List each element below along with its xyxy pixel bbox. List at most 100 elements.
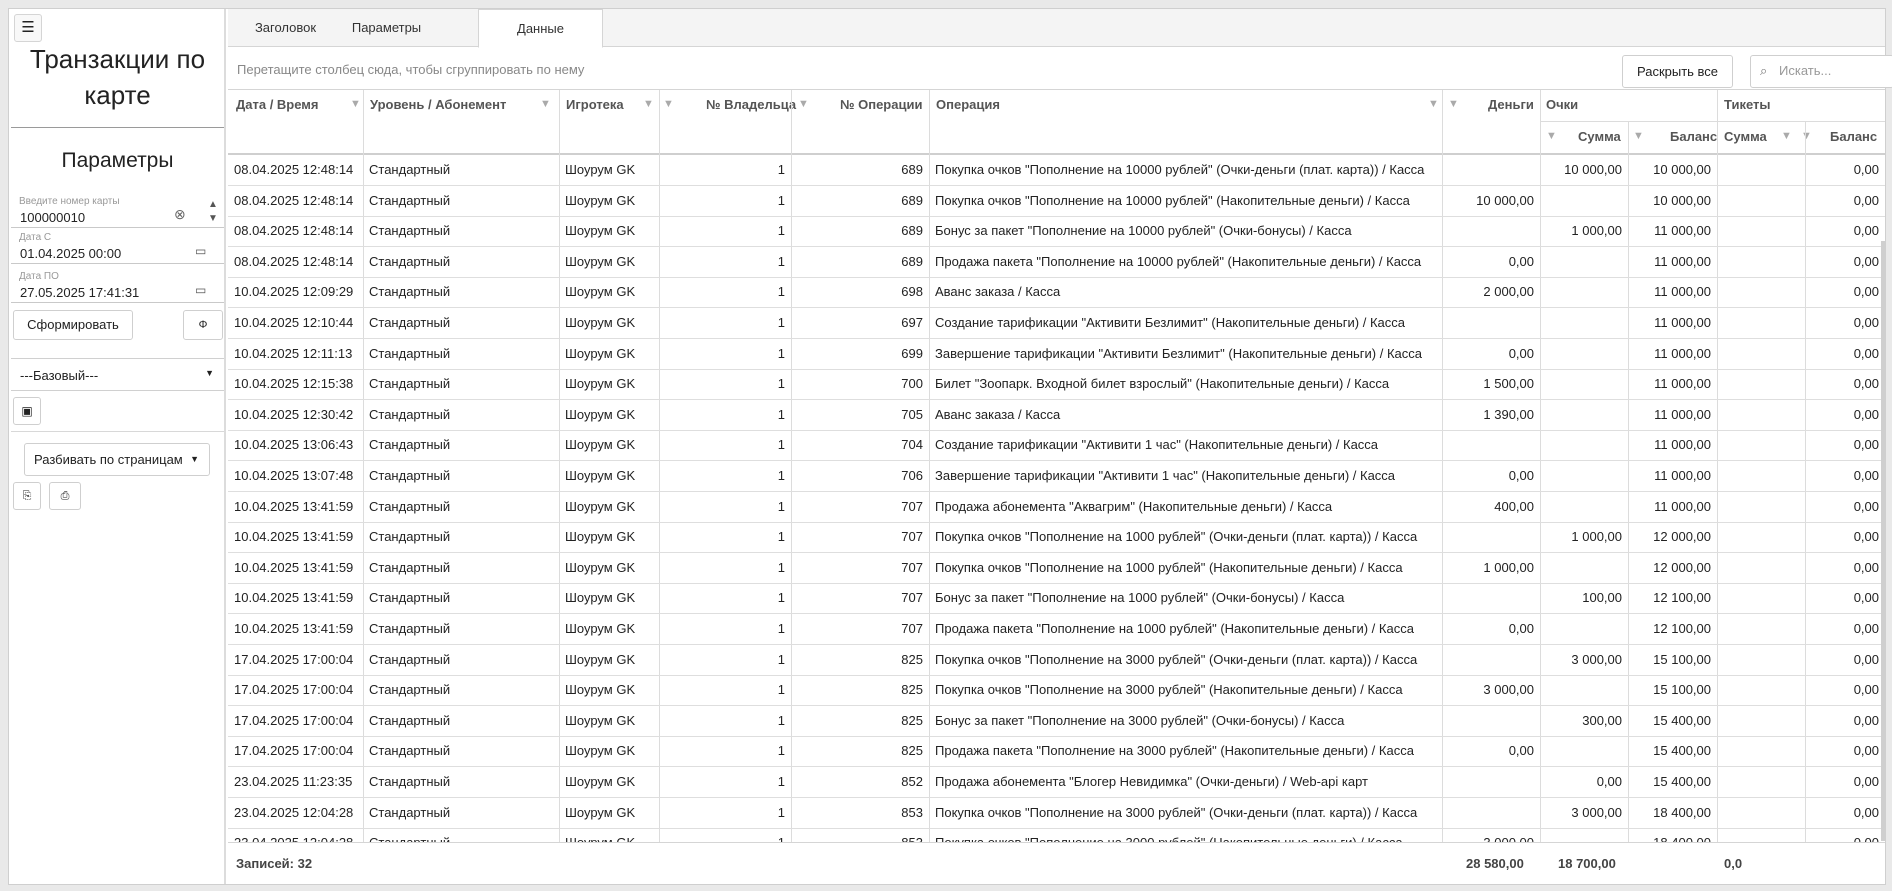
- card-number-field[interactable]: Введите номер карты 100000010 ⊗ ▲ ▼: [11, 195, 224, 228]
- spin-down-icon[interactable]: ▼: [208, 213, 218, 224]
- date-from-field[interactable]: Дата С 01.04.2025 00:00 ▭: [11, 231, 224, 264]
- menu-toggle-icon[interactable]: ☰: [14, 14, 42, 42]
- col-money[interactable]: Деньги: [1488, 90, 1534, 120]
- filter-icon[interactable]: ▼: [643, 98, 654, 110]
- expand-all-button[interactable]: Раскрыть все: [1622, 55, 1733, 88]
- filter-icon[interactable]: ▼: [1448, 98, 1459, 110]
- title-divider: [11, 127, 224, 128]
- cell-datetime: 10.04.2025 13:06:43: [234, 437, 354, 453]
- filter-icon[interactable]: ▼: [1633, 130, 1644, 142]
- table-row[interactable]: 10.04.2025 13:41:59 Стандартный Шоурум GK 1…: [228, 522, 1885, 554]
- table-row[interactable]: 10.04.2025 13:41:59 Стандартный Шоурум GK 1…: [228, 492, 1885, 523]
- cell-level: Стандартный: [369, 559, 451, 575]
- export-pdf-icon[interactable]: ⎙: [49, 482, 81, 510]
- cell-arcade: Шоурум GK: [565, 223, 636, 239]
- cell-tickets-sum: [1717, 308, 1805, 338]
- grid-footer: Записей: 32 28 580,00 18 700,00 0,0: [228, 842, 1885, 884]
- filter-icon[interactable]: ▼: [540, 98, 551, 110]
- col-tickets-sum[interactable]: Сумма: [1724, 122, 1767, 152]
- table-row[interactable]: 17.04.2025 17:00:04 Стандартный Шоурум GK 1…: [228, 675, 1885, 707]
- vertical-scrollbar[interactable]: [1881, 241, 1885, 841]
- cell-tickets-sum: [1717, 186, 1805, 216]
- tab-parameters[interactable]: Параметры: [333, 9, 440, 47]
- cell-tickets-sum: [1717, 553, 1805, 583]
- table-row[interactable]: 23.04.2025 12:04:28СтандартныйШоурум GK1…: [228, 798, 1885, 829]
- col-arcade[interactable]: Игротека: [566, 90, 624, 120]
- tab-header[interactable]: Заголовок: [238, 9, 333, 47]
- data-grid: Дата / Время ▼ Уровень / Абонемент ▼ Игр…: [228, 90, 1885, 842]
- cell-money: 0,00: [1508, 743, 1534, 759]
- paging-value: Разбивать по страницам: [34, 452, 183, 467]
- cell-points-sum: [1540, 736, 1628, 766]
- tab-data[interactable]: Данные: [478, 9, 603, 48]
- col-owner[interactable]: № Владельца: [706, 90, 796, 120]
- cell-arcade: Шоурум GK: [565, 315, 636, 330]
- filter-icon[interactable]: ▼: [798, 98, 809, 110]
- col-points-sum[interactable]: Сумма: [1578, 122, 1621, 152]
- filter-icon[interactable]: ▼: [350, 98, 361, 110]
- table-row[interactable]: 08.04.2025 12:48:14 Стандартный Шоурум GK 1…: [228, 247, 1885, 278]
- cell-op-number: 699: [901, 345, 923, 361]
- export-excel-icon[interactable]: ⎘: [13, 482, 41, 510]
- cell-points-sum: [1540, 277, 1628, 307]
- cell-tickets-balance: 0,00: [1853, 621, 1879, 636]
- filter-icon[interactable]: ▼: [663, 98, 674, 110]
- table-row[interactable]: 10.04.2025 13:41:59 Стандартный Шоурум GK 1…: [228, 614, 1885, 645]
- cell-owner: 1: [777, 743, 785, 759]
- spin-up-icon[interactable]: ▲: [208, 199, 218, 210]
- cell-arcade: Шоурум GK: [565, 590, 636, 606]
- table-row[interactable]: 23.04.2025 12:04:28СтандартныйШоурум GK1…: [228, 828, 1885, 842]
- cell-tickets-sum: [1717, 706, 1805, 736]
- table-row[interactable]: 10.04.2025 13:41:59 Стандартный Шоурум GK 1…: [228, 553, 1885, 584]
- search-box[interactable]: ⌕: [1750, 55, 1892, 88]
- table-row[interactable]: 10.04.2025 12:09:29 Стандартный Шоурум GK 1…: [228, 277, 1885, 309]
- group-drop-area[interactable]: Перетащите столбец сюда, чтобы сгруппиро…: [237, 62, 584, 77]
- table-row[interactable]: 10.04.2025 13:41:59 Стандартный Шоурум GK 1…: [228, 583, 1885, 615]
- preset-select[interactable]: ---Базовый--- ▼: [11, 358, 224, 391]
- cell-money: 1 000,00: [1483, 559, 1534, 575]
- filter-icon[interactable]: ▼: [1428, 98, 1439, 110]
- clear-icon[interactable]: ⊗: [174, 206, 186, 223]
- calendar-icon[interactable]: ▭: [195, 244, 206, 258]
- table-row[interactable]: 17.04.2025 17:00:04 Стандартный Шоурум GK 1…: [228, 706, 1885, 737]
- cell-datetime: 10.04.2025 12:11:13: [234, 345, 353, 361]
- table-row[interactable]: 23.04.2025 11:23:35 Стандартный Шоурум GK 1…: [228, 767, 1885, 798]
- table-row[interactable]: 10.04.2025 12:15:38 Стандартный Шоурум GK 1…: [228, 369, 1885, 401]
- table-row[interactable]: 10.04.2025 12:11:13 Стандартный Шоурум GK 1…: [228, 339, 1885, 370]
- table-row[interactable]: 17.04.2025 17:00:04 Стандартный Шоурум GK 1…: [228, 736, 1885, 768]
- filter-icon[interactable]: ▼: [1801, 130, 1812, 142]
- cell-money: [1442, 430, 1540, 460]
- col-datetime[interactable]: Дата / Время: [236, 90, 319, 120]
- cell-tickets-sum: [1717, 798, 1805, 828]
- cell-datetime: 23.04.2025 11:23:35: [234, 774, 353, 789]
- form-report-button[interactable]: Сформировать: [13, 310, 133, 340]
- table-row[interactable]: 10.04.2025 12:10:44 Стандартный Шоурум GK 1…: [228, 308, 1885, 339]
- col-tickets-balance[interactable]: Баланс: [1830, 122, 1877, 152]
- cell-tickets-balance: 0,00: [1853, 223, 1879, 239]
- cell-money: [1442, 706, 1540, 736]
- table-row[interactable]: 10.04.2025 12:30:42 Стандартный Шоурум GK 1…: [228, 400, 1885, 431]
- table-row[interactable]: 10.04.2025 13:07:48 Стандартный Шоурум GK 1…: [228, 461, 1885, 492]
- table-row[interactable]: 17.04.2025 17:00:04 Стандартный Шоурум GK 1…: [228, 645, 1885, 676]
- col-op-number[interactable]: № Операции: [840, 90, 922, 120]
- cell-tickets-balance: 0,00: [1853, 284, 1879, 300]
- paging-select[interactable]: Разбивать по страницам ▼: [24, 443, 210, 476]
- date-to-field[interactable]: Дата ПО 27.05.2025 17:41:31 ▭: [11, 270, 224, 303]
- save-icon[interactable]: ▣: [13, 397, 41, 425]
- cell-owner: 1: [777, 192, 785, 208]
- filter-toggle-button[interactable]: Φ: [183, 310, 223, 340]
- col-operation[interactable]: Операция: [936, 90, 1000, 120]
- table-row[interactable]: 08.04.2025 12:48:14 Стандартный Шоурум GK 1…: [228, 186, 1885, 217]
- filter-icon[interactable]: ▼: [1781, 130, 1792, 142]
- filter-icon[interactable]: ▼: [1546, 130, 1557, 142]
- table-row[interactable]: 08.04.2025 12:48:14 Стандартный Шоурум GK 1…: [228, 216, 1885, 248]
- cell-level: Стандартный: [369, 743, 451, 759]
- col-points-balance[interactable]: Баланс: [1670, 122, 1717, 152]
- cell-operation: Аванс заказа / Касса: [935, 406, 1061, 422]
- search-input[interactable]: [1779, 63, 1887, 78]
- col-level[interactable]: Уровень / Абонемент: [370, 90, 506, 120]
- table-row[interactable]: 10.04.2025 13:06:43 Стандартный Шоурум GK 1…: [228, 430, 1885, 462]
- calendar-icon[interactable]: ▭: [195, 283, 206, 297]
- cell-points-sum: 100,00: [1582, 590, 1622, 606]
- table-row[interactable]: 08.04.2025 12:48:14 Стандартный Шоурум GK 1…: [228, 155, 1885, 186]
